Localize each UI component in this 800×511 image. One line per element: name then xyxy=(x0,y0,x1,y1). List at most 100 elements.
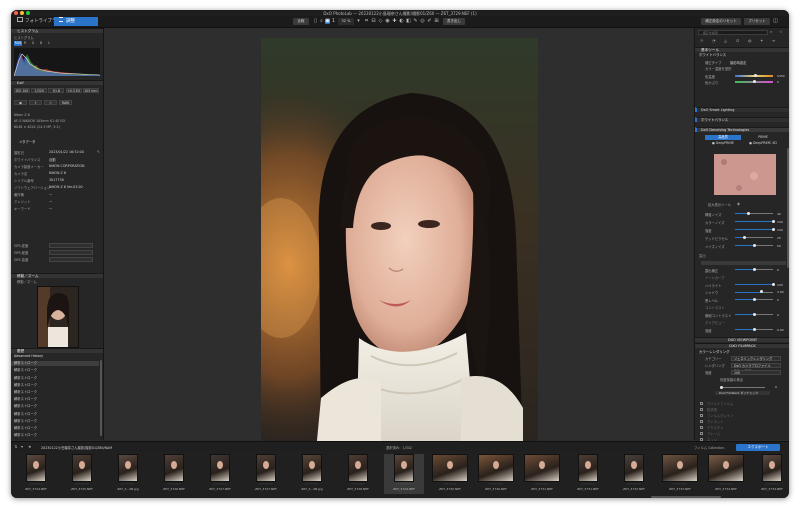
thumbnail[interactable]: ☆☆☆☆☆ Z6T_3730.NEF xyxy=(430,454,470,494)
split-view-icon[interactable]: ▯ xyxy=(313,18,318,24)
thumbnail[interactable]: ☆☆☆☆☆ Z6T_3727.NEF xyxy=(200,454,240,494)
rating-stars[interactable]: ☆☆☆☆☆ xyxy=(568,482,608,486)
zoom-select[interactable]: 32 % xyxy=(338,18,354,25)
thumbnail[interactable]: ☆☆☆☆☆ Z6T_3726.NEF xyxy=(154,454,194,494)
rating-stars[interactable]: ☆☆☆☆☆ xyxy=(338,482,378,486)
watermark-icon[interactable]: ◧ xyxy=(406,18,411,24)
right-panel-scrollbar[interactable] xyxy=(787,148,789,268)
render-select[interactable]: ジェネリックレンダリング xyxy=(731,355,781,361)
render-select[interactable]: 100 xyxy=(731,369,781,375)
tool-header[interactable]: ホワイトバランス xyxy=(695,117,789,122)
horizon-icon[interactable]: ⊟ xyxy=(371,18,376,24)
histogram-header[interactable]: ヒストグラム xyxy=(11,28,103,33)
wb-slider-knob[interactable] xyxy=(752,80,756,83)
render-select[interactable]: DxO カメラプロファイル (Nikon Z 6) xyxy=(731,362,781,373)
channel-g[interactable]: G xyxy=(30,41,36,46)
fit-screen-icon[interactable]: ▣ xyxy=(325,18,330,24)
rating-stars[interactable]: ☆☆☆☆☆ xyxy=(430,482,470,486)
basic-tools-header[interactable]: 基本ツール xyxy=(695,47,789,52)
denoise-slider-knob[interactable] xyxy=(771,227,775,231)
export-button[interactable]: エクスポート xyxy=(736,443,780,451)
channel-b[interactable]: B xyxy=(38,41,44,46)
denoise-slider-knob[interactable] xyxy=(743,235,746,239)
thumbnail[interactable]: ☆☆☆☆☆ Z6T_3730.NEF xyxy=(476,454,516,494)
wb-type-select[interactable]: 撮影時設定 xyxy=(730,60,746,65)
white-balance-header[interactable]: ホワイトバランス xyxy=(695,53,789,58)
history-item[interactable]: 解析ストローク xyxy=(11,412,99,417)
tone-slider-knob[interactable] xyxy=(752,312,756,316)
edit-metadata-icon[interactable]: ✎ xyxy=(97,150,100,154)
thumbnail[interactable]: ☆☆☆☆☆ Z6T_3724.NEF xyxy=(16,454,56,494)
denoise-mode[interactable]: ● DeepPRIME xyxy=(705,141,741,146)
tab-customize[interactable]: 調整 xyxy=(54,17,98,26)
protect-slider-track[interactable] xyxy=(720,387,765,388)
denoise-preview[interactable] xyxy=(714,154,776,195)
tool-enable-checkbox[interactable] xyxy=(700,413,703,417)
rating-stars[interactable]: ☆☆☆☆☆ xyxy=(62,482,102,486)
tone-slider-knob[interactable] xyxy=(752,327,756,331)
disabled-tool-label[interactable]: ワイルドフィルム xyxy=(707,401,733,406)
tool-enable-checkbox[interactable] xyxy=(700,401,703,405)
tone-slider-knob[interactable] xyxy=(752,267,756,271)
rating-stars[interactable]: ☆☆☆☆☆ xyxy=(108,482,148,486)
history-item[interactable]: 解析ストローク xyxy=(11,390,99,395)
rating-stars[interactable]: ☆☆☆☆☆ xyxy=(292,482,332,486)
tone-subheader[interactable]: クリアビュー xyxy=(705,320,725,325)
image-canvas[interactable] xyxy=(104,28,693,451)
favorite-star-icon[interactable]: ☆ xyxy=(779,29,783,34)
tone-slider-knob[interactable] xyxy=(760,290,764,293)
tone-subheader[interactable]: トーンカーブ xyxy=(705,275,724,280)
history-item[interactable]: 解析ストローク xyxy=(11,419,99,424)
gps-field[interactable] xyxy=(49,242,93,248)
export-toolbar-button[interactable]: 書き出し xyxy=(443,18,465,25)
sort-icon[interactable]: ⇅ xyxy=(14,444,17,449)
history-item[interactable]: Advanced History xyxy=(11,354,99,359)
history-item[interactable]: 解析ストローク xyxy=(11,397,99,402)
disabled-tool-label[interactable]: フレーム xyxy=(707,431,720,436)
eye-icon[interactable]: ◎ xyxy=(420,18,425,24)
star-filter-icon[interactable]: ★ xyxy=(28,444,32,449)
tone-slider-knob[interactable] xyxy=(752,297,756,301)
tool-header[interactable]: DxO Denoising Technologies xyxy=(695,127,789,132)
rating-stars[interactable]: ☆☆☆☆☆ xyxy=(660,482,700,486)
all-palette-icon[interactable]: ≡ xyxy=(772,38,775,43)
color-rendering-header[interactable]: カラーレンダリング xyxy=(695,350,789,355)
metadata-tab[interactable]: メタデータ xyxy=(19,139,35,144)
denoise-slider-knob[interactable] xyxy=(752,243,756,247)
compare-button[interactable]: 比較 xyxy=(293,18,309,25)
navigator-thumbnail[interactable] xyxy=(37,286,79,348)
one-to-one-icon[interactable]: 1 xyxy=(331,18,336,24)
denoise-mode[interactable]: PRIME xyxy=(745,135,781,140)
history-item[interactable]: 解析ストローク xyxy=(11,404,99,409)
thumbnail[interactable]: ☆☆☆☆☆ Z6T_3729.NEF xyxy=(384,454,424,494)
thumbnail[interactable]: ☆☆☆☆☆ Z6T_3734.NEF xyxy=(706,454,746,494)
tool-enable-checkbox[interactable] xyxy=(700,419,703,423)
thumbnail[interactable]: ☆☆☆☆☆ Z6T_3725.NEF xyxy=(62,454,102,494)
channel-r[interactable]: R xyxy=(22,41,28,46)
denoise-slider-knob[interactable] xyxy=(771,219,775,223)
gps-field[interactable] xyxy=(49,256,93,262)
correction-search-input[interactable]: 補正を検索 xyxy=(698,30,768,35)
effects-palette-icon[interactable]: ✦ xyxy=(760,38,763,43)
exposure-header[interactable]: 露出 xyxy=(695,254,789,259)
loupe-icon[interactable]: ⌕ xyxy=(319,18,324,24)
history-item[interactable]: 解析ストローク xyxy=(11,361,99,367)
repair-icon[interactable]: ✚ xyxy=(392,18,397,24)
disabled-tool-label[interactable]: 粒状感 xyxy=(707,407,717,412)
light-palette-icon[interactable]: ☼ xyxy=(700,38,704,43)
filmpack-dynamic-button[interactable]: DxO FilmPack ダイナミック xyxy=(715,391,770,395)
rating-stars[interactable]: ☆☆☆☆☆ xyxy=(476,482,516,486)
sidebar-toggle-icon[interactable]: ◫ xyxy=(773,18,778,24)
rating-stars[interactable]: ☆☆☆☆☆ xyxy=(16,482,56,486)
filmstrip-scrollbar[interactable] xyxy=(651,496,721,498)
local-palette-icon[interactable]: ◍ xyxy=(748,38,752,43)
denoise-slider-knob[interactable] xyxy=(746,211,750,215)
history-header[interactable]: 履歴 xyxy=(11,348,103,353)
color-palette-icon[interactable]: ◔ xyxy=(712,38,716,43)
rating-stars[interactable]: ☆☆☆☆☆ xyxy=(246,482,286,486)
thumbnail[interactable]: ☆☆☆☆☆ Z6T_3727.NEF xyxy=(246,454,286,494)
main-photo[interactable] xyxy=(261,38,538,451)
tone-slider-knob[interactable] xyxy=(771,282,775,286)
rating-stars[interactable]: ☆☆☆☆☆ xyxy=(522,482,562,486)
rating-stars[interactable]: ☆☆☆☆☆ xyxy=(384,482,424,486)
